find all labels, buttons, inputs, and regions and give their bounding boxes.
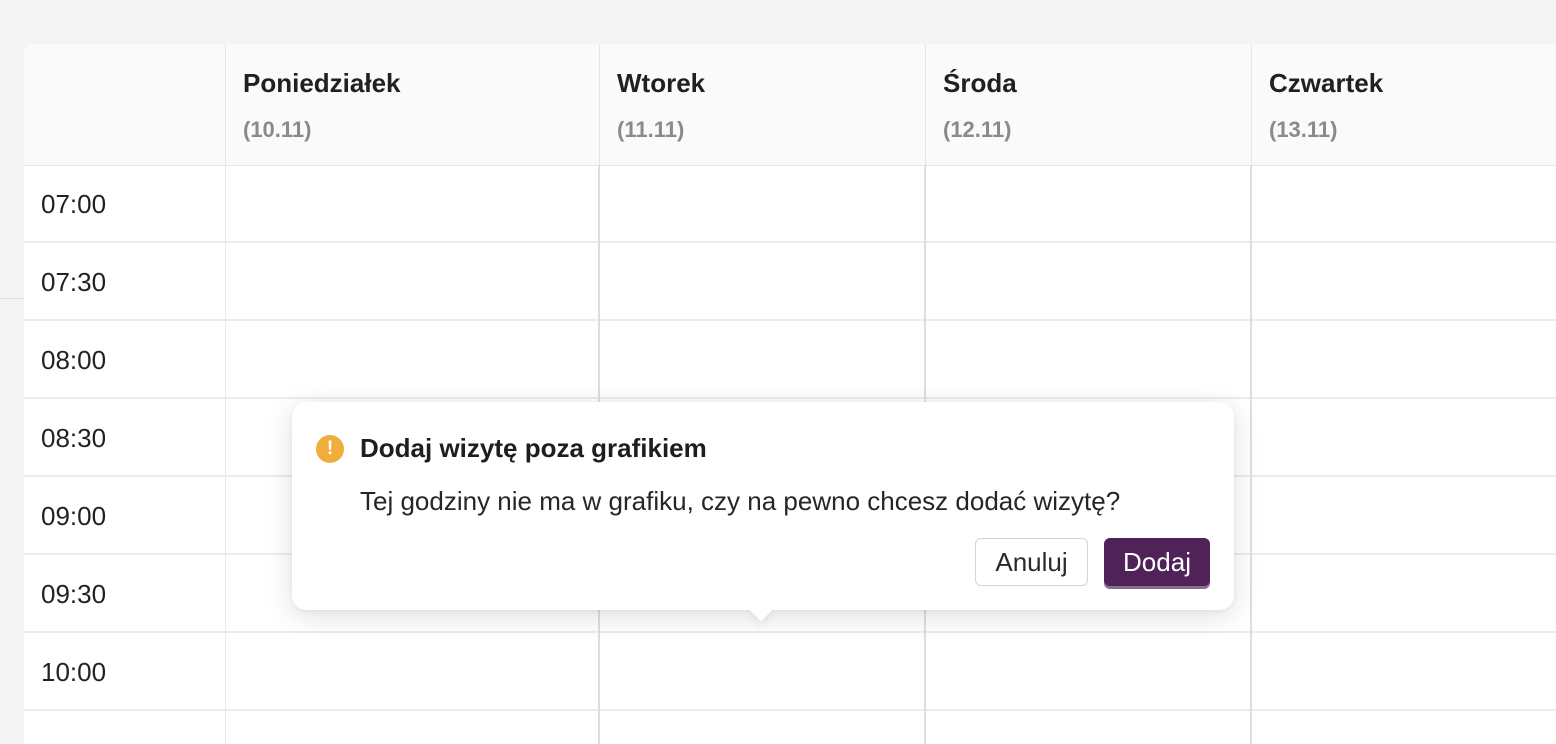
time-label: 10:00 bbox=[41, 657, 107, 687]
time-label: 09:00 bbox=[41, 501, 107, 531]
column-divider bbox=[225, 165, 226, 744]
time-slot[interactable] bbox=[600, 165, 924, 241]
day-name: Wtorek bbox=[617, 68, 706, 98]
day-date: (13.11) bbox=[1269, 117, 1338, 142]
add-button[interactable]: Dodaj bbox=[1104, 538, 1210, 586]
day-date: (12.11) bbox=[943, 117, 1012, 142]
time-row: 07:30 bbox=[24, 243, 1556, 321]
time-row: 10:00 bbox=[24, 633, 1556, 711]
day-name: Czwartek bbox=[1269, 68, 1384, 98]
day-header-wednesday[interactable]: Środa (12.11) bbox=[925, 44, 1251, 165]
time-label: 07:00 bbox=[41, 189, 107, 219]
cancel-button[interactable]: Anuluj bbox=[975, 538, 1088, 586]
popover-title: Dodaj wizytę poza grafikiem bbox=[360, 433, 707, 463]
warning-icon: ! bbox=[316, 435, 344, 463]
time-label: 08:00 bbox=[41, 345, 107, 375]
column-divider bbox=[1250, 165, 1252, 744]
day-date: (11.11) bbox=[617, 117, 685, 142]
divider bbox=[0, 298, 24, 299]
time-slot[interactable] bbox=[926, 165, 1250, 241]
time-row: 08:00 bbox=[24, 321, 1556, 399]
time-label: 07:30 bbox=[41, 267, 107, 297]
time-slot[interactable] bbox=[226, 165, 598, 241]
week-calendar: Poniedziałek (10.11) Wtorek (11.11) Środ… bbox=[24, 44, 1556, 744]
day-header-monday[interactable]: Poniedziałek (10.11) bbox=[225, 44, 599, 165]
time-label: 09:30 bbox=[41, 579, 107, 609]
time-label: 08:30 bbox=[41, 423, 107, 453]
time-slot[interactable] bbox=[1252, 165, 1556, 241]
time-column-header bbox=[24, 44, 225, 165]
day-date: (10.11) bbox=[243, 117, 312, 142]
confirm-popover: ! Dodaj wizytę poza grafikiem Tej godzin… bbox=[292, 402, 1234, 622]
day-name: Środa bbox=[943, 68, 1017, 98]
day-header-tuesday[interactable]: Wtorek (11.11) bbox=[599, 44, 925, 165]
popover-message: Tej godziny nie ma w grafiku, czy na pew… bbox=[360, 486, 1121, 516]
day-header-thursday[interactable]: Czwartek (13.11) bbox=[1251, 44, 1556, 165]
calendar-header: Poniedziałek (10.11) Wtorek (11.11) Środ… bbox=[24, 44, 1556, 166]
day-name: Poniedziałek bbox=[243, 68, 401, 98]
